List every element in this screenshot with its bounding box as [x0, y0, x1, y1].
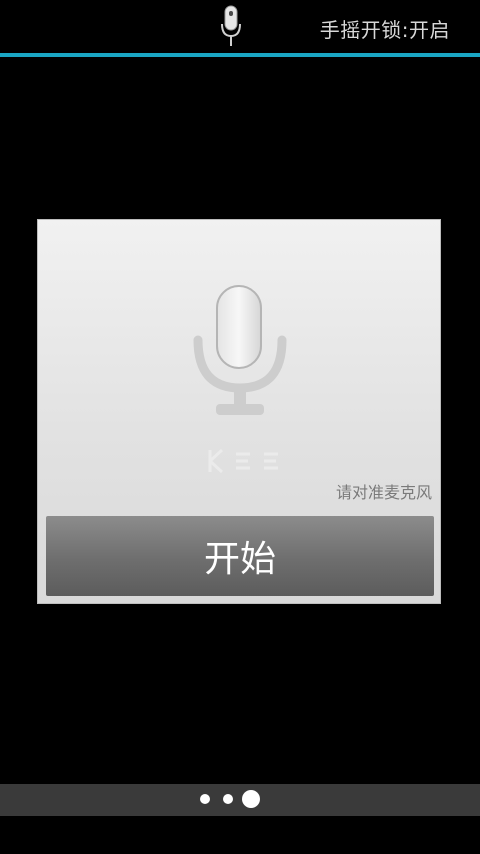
brand-logo-watermark [208, 448, 278, 474]
microphone-icon[interactable] [188, 282, 292, 420]
page-dot-1[interactable] [200, 794, 210, 804]
voice-input-dialog: 请对准麦克风 开始 [37, 219, 441, 604]
page-dot-3-active[interactable] [242, 790, 260, 808]
page-dot-2[interactable] [223, 794, 233, 804]
status-bar-divider [0, 53, 480, 57]
page-indicator [0, 784, 480, 816]
start-button[interactable]: 开始 [46, 516, 434, 596]
voice-hint-text: 请对准麦克风 [335, 483, 432, 502]
screen: 手摇开锁:开启 请对准麦克风 开始 [0, 0, 480, 854]
microphone-icon [221, 5, 241, 46]
status-bar: 手摇开锁:开启 [0, 0, 480, 54]
shake-unlock-status: 手摇开锁:开启 [319, 18, 450, 42]
